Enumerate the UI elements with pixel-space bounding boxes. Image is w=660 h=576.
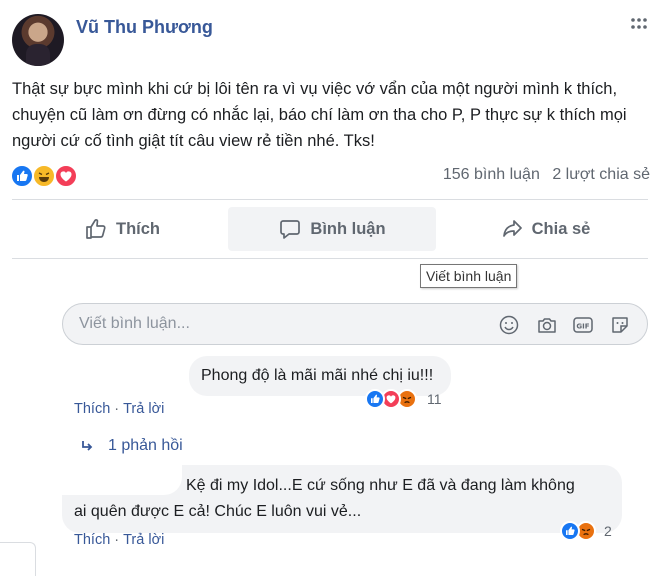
gif-icon[interactable]: GIF: [571, 313, 595, 337]
comment-composer[interactable]: GIF: [62, 303, 648, 345]
reaction-count: 2: [604, 523, 612, 539]
view-replies-link[interactable]: 1 phản hồi: [80, 437, 183, 455]
thumbs-up-icon: [86, 219, 106, 239]
divider: [12, 258, 648, 259]
tooltip: Viết bình luận: [420, 264, 518, 288]
emoji-icon[interactable]: [497, 313, 521, 337]
share-button[interactable]: Chia sẻ: [490, 207, 600, 251]
like-button[interactable]: Thích: [72, 207, 172, 251]
comment-reply-link[interactable]: Trả lời: [123, 532, 164, 548]
camera-icon[interactable]: [535, 313, 559, 337]
comment-like-link[interactable]: Thích: [74, 532, 110, 548]
like-label: Thích: [116, 219, 160, 238]
sticker-icon[interactable]: [608, 313, 632, 337]
post-stats: 156 bình luận 2 lượt chia sẻ: [435, 166, 650, 184]
author-avatar[interactable]: [12, 14, 64, 66]
more-options-icon[interactable]: [626, 14, 652, 34]
comment-text-line1: Kệ đi my Idol...E cứ sống như E đã và đa…: [186, 477, 575, 494]
divider: [12, 199, 648, 200]
comment-text: Phong độ là mãi mãi nhé chị iu!!!: [201, 367, 434, 384]
share-count[interactable]: 2 lượt chia sẻ: [552, 166, 650, 183]
haha-reaction-icon: [32, 164, 56, 188]
comment-bubble: Kệ đi my Idol...E cứ sống như E đã và đa…: [62, 465, 622, 533]
comment-bubble-icon: [280, 220, 301, 239]
replies-count: 1 phản hồi: [108, 437, 183, 454]
comment-button[interactable]: Bình luận: [228, 207, 436, 251]
like-reaction-icon: [560, 521, 580, 541]
share-label: Chia sẻ: [531, 219, 591, 238]
post-text: Thật sự bực mình khi cứ bị lôi tên ra vì…: [12, 80, 627, 150]
comment-meta: Thích · Trả lời: [74, 401, 165, 417]
comment-text-line2: ai quên được E cả! Chúc E luôn vui vẻ...: [74, 503, 362, 520]
comment-reply-link[interactable]: Trả lời: [123, 401, 164, 417]
bubble-mask: [62, 465, 182, 495]
comment-count[interactable]: 156 bình luận: [443, 166, 540, 183]
side-panel-edge: [0, 542, 36, 576]
comment-label: Bình luận: [310, 219, 386, 238]
like-reaction-icon: [365, 389, 385, 409]
comment-like-link[interactable]: Thích: [74, 401, 110, 417]
author-name[interactable]: Vũ Thu Phương: [76, 17, 213, 38]
reaction-count: 11: [427, 391, 442, 407]
svg-text:GIF: GIF: [576, 323, 589, 331]
reply-arrow-icon: [82, 441, 93, 451]
share-arrow-icon: [502, 220, 522, 237]
post-reactions[interactable]: [10, 164, 90, 190]
facebook-post: Vũ Thu Phương Thật sự bực mình khi cứ bị…: [0, 0, 660, 576]
comment-meta: Thích · Trả lời: [74, 532, 165, 548]
comment-input[interactable]: [79, 304, 479, 344]
like-reaction-icon: [10, 164, 34, 188]
post-actions: Thích Bình luận Chia sẻ: [0, 207, 660, 251]
love-reaction-icon: [54, 164, 78, 188]
